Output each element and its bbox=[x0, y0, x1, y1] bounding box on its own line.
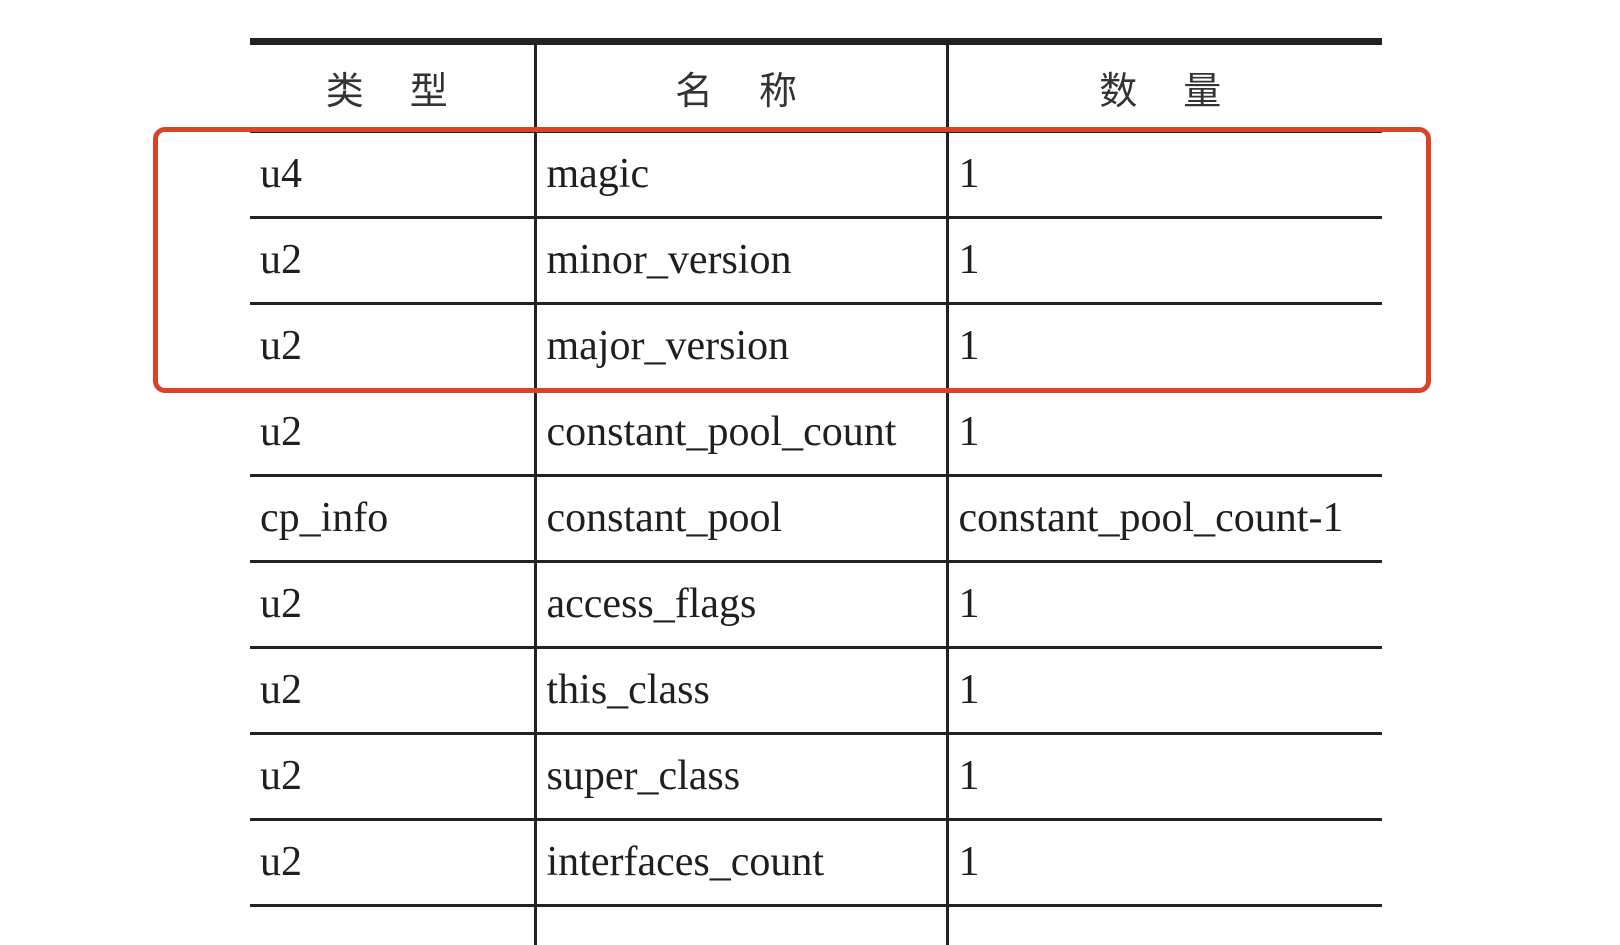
cell-name: access_flags bbox=[533, 561, 947, 649]
cell-count: 1 bbox=[945, 217, 1382, 305]
table-top-rule bbox=[250, 38, 1382, 45]
cell-type: u2 bbox=[250, 647, 535, 735]
table-row: u2 constant_pool_count 1 bbox=[250, 389, 1382, 477]
table-row: u2 access_flags 1 bbox=[250, 561, 1382, 649]
cell-type: u2 bbox=[250, 561, 535, 649]
table-row: u2 interfaces_count 1 bbox=[250, 819, 1382, 907]
cell-name: super_class bbox=[533, 733, 947, 821]
table-row: u2 minor_version 1 bbox=[250, 217, 1382, 305]
table-row: u2 super_class 1 bbox=[250, 733, 1382, 821]
cell-count: 1 bbox=[945, 819, 1382, 907]
cell-type: u2 bbox=[250, 733, 535, 821]
table-row: u2 major_version 1 bbox=[250, 303, 1382, 391]
cell-name: constant_pool bbox=[533, 475, 947, 563]
cell-type: u2 bbox=[250, 217, 535, 305]
table-row: cp_info constant_pool constant_pool_coun… bbox=[250, 475, 1382, 563]
cell-name: this_class bbox=[533, 647, 947, 735]
cell-name: constant_pool_count bbox=[533, 389, 947, 477]
header-count: 数量 bbox=[945, 45, 1382, 133]
cell-type: cp_info bbox=[250, 475, 535, 563]
header-type: 类型 bbox=[250, 45, 535, 133]
cell-name: minor_version bbox=[533, 217, 947, 305]
cell-type: u2 bbox=[250, 303, 535, 391]
cell-type: u2 bbox=[250, 819, 535, 907]
cell-name: interfaces_count bbox=[533, 819, 947, 907]
cell-type: u2 bbox=[250, 389, 535, 477]
cell-count: 1 bbox=[945, 733, 1382, 821]
table-row-continuation bbox=[250, 905, 1382, 945]
cell-name: major_version bbox=[533, 303, 947, 391]
cell-count: 1 bbox=[945, 647, 1382, 735]
cell-count: 1 bbox=[945, 561, 1382, 649]
table-row: u2 this_class 1 bbox=[250, 647, 1382, 735]
header-name: 名称 bbox=[533, 45, 947, 133]
cell-count: 1 bbox=[945, 389, 1382, 477]
cell-count: 1 bbox=[945, 303, 1382, 391]
table-header-row: 类型 名称 数量 bbox=[250, 45, 1382, 133]
class-file-structure-table: 类型 名称 数量 u4 magic 1 u2 minor_version 1 u… bbox=[250, 45, 1382, 945]
cell-count: constant_pool_count-1 bbox=[945, 475, 1382, 563]
cell-count: 1 bbox=[945, 131, 1382, 219]
cell-name: magic bbox=[533, 131, 947, 219]
table-row: u4 magic 1 bbox=[250, 131, 1382, 219]
class-file-structure-table-container: 类型 名称 数量 u4 magic 1 u2 minor_version 1 u… bbox=[250, 38, 1382, 945]
cell-type: u4 bbox=[250, 131, 535, 219]
